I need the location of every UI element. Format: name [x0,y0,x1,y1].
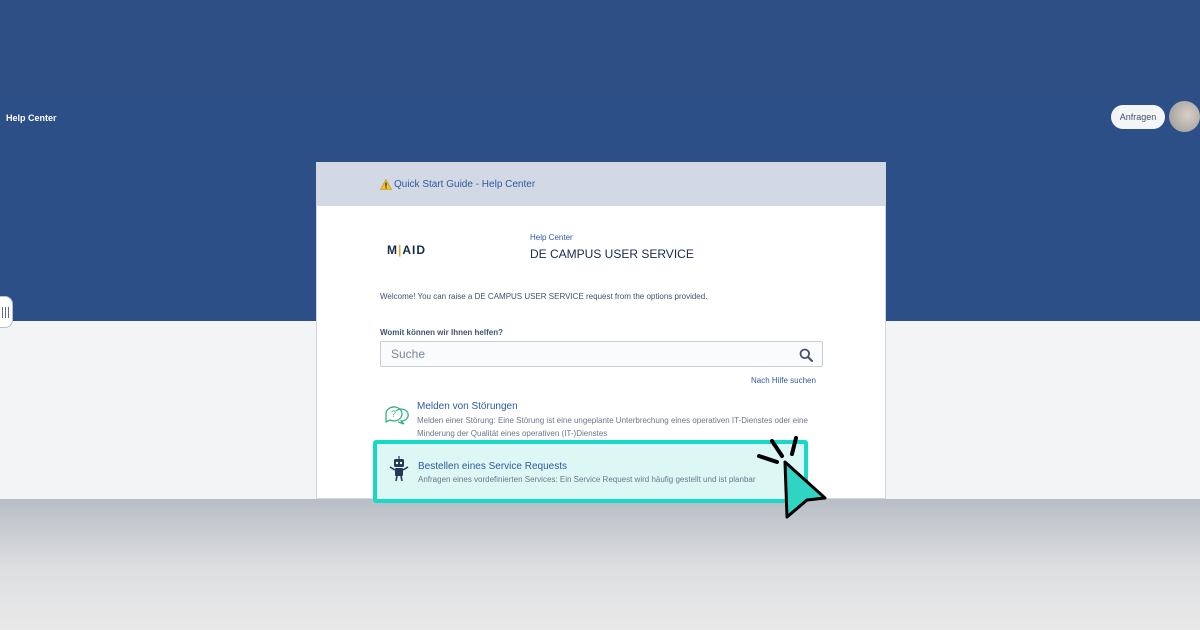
request-type-title[interactable]: Melden von Störungen [417,401,518,412]
logo-right: AID [402,243,427,257]
quick-start-guide-label: Quick Start Guide - Help Center [394,179,536,190]
side-panel-handle[interactable] [0,296,13,328]
bottom-band [0,499,1200,630]
warning-icon [380,179,392,190]
portal-logo: M|AID [387,243,426,257]
quick-start-guide-link[interactable]: Quick Start Guide - Help Center [380,179,535,190]
top-band [0,0,1200,100]
requests-button[interactable]: Anfragen [1111,105,1165,129]
request-type-title[interactable]: Bestellen eines Service Requests [418,461,567,472]
mouse-pointer-icon [757,436,827,519]
welcome-text: Welcome! You can raise a DE CAMPUS USER … [380,292,708,301]
search-label: Womit können wir Ihnen helfen? [380,328,503,337]
avatar[interactable] [1169,101,1200,132]
breadcrumb[interactable]: Help Center [530,233,573,242]
grip-icon [1,306,9,318]
question-chat-icon: ? [385,406,409,425]
highlighted-request-type[interactable]: Bestellen eines Service Requests Anfrage… [373,440,808,503]
request-type-service-request[interactable]: Bestellen eines Service Requests Anfrage… [377,444,804,499]
search-input[interactable] [381,342,781,366]
logo-left: M [387,243,398,257]
robot-icon [389,456,409,482]
portal-title: DE CAMPUS USER SERVICE [530,247,694,261]
search-box[interactable] [380,341,823,367]
request-type-description: Anfragen eines vordefinierten Services: … [418,475,756,484]
search-icon[interactable] [799,348,813,362]
request-type-incident[interactable]: ? Melden von Störungen Melden einer Stör… [380,400,822,440]
help-search-link[interactable]: Nach Hilfe suchen [751,376,816,385]
announcement-banner: Quick Start Guide - Help Center [317,163,885,206]
svg-text:?: ? [391,409,396,419]
help-center-link[interactable]: Help Center [6,113,57,123]
